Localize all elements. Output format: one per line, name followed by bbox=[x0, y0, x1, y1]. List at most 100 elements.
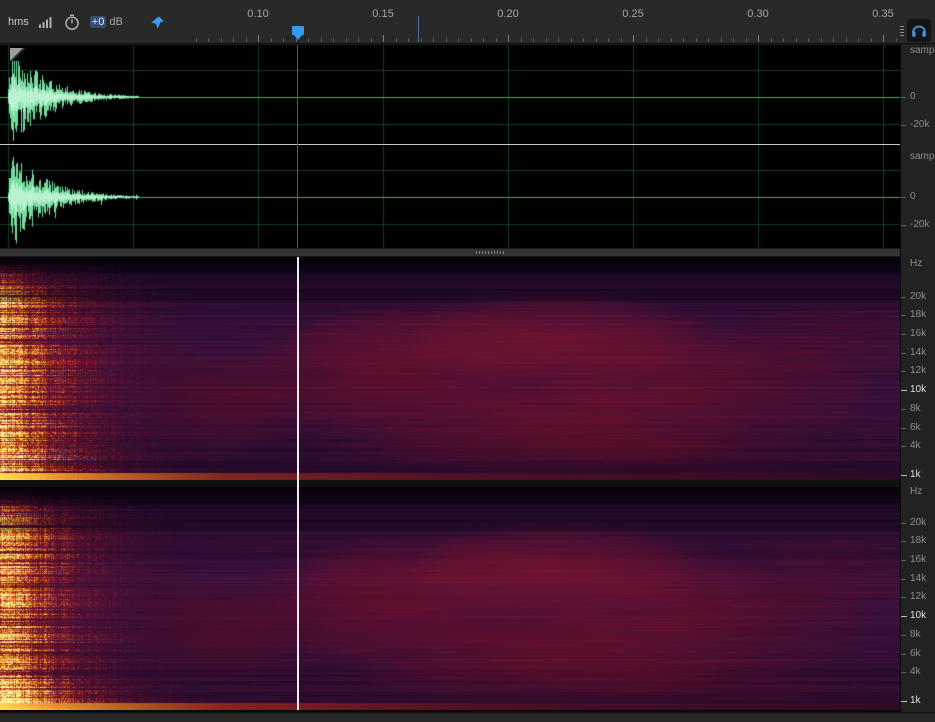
ruler-minor-tick bbox=[396, 38, 397, 42]
ruler-minor-tick bbox=[496, 38, 497, 42]
rail-tick bbox=[901, 125, 906, 126]
headphone-monitor-button[interactable] bbox=[907, 19, 931, 42]
level-meter-icon[interactable] bbox=[38, 15, 54, 29]
ruler-minor-tick bbox=[671, 38, 672, 42]
ruler-minor-tick bbox=[833, 38, 834, 42]
toolbar-left-group: hms +0 dB bbox=[0, 0, 165, 44]
ruler-minor-tick bbox=[371, 38, 372, 42]
ruler-minor-tick bbox=[458, 38, 459, 42]
ruler-minor-tick bbox=[433, 38, 434, 42]
pin-icon[interactable] bbox=[150, 15, 165, 30]
ruler-major-tick bbox=[883, 35, 884, 42]
rail-tick bbox=[901, 672, 906, 673]
ruler-minor-tick bbox=[683, 38, 684, 42]
waveform-canvas-left[interactable] bbox=[0, 45, 900, 144]
rail-unit-label: Hz bbox=[910, 486, 922, 498]
spectrogram-panel[interactable] bbox=[0, 257, 900, 712]
ruler-minor-tick bbox=[483, 38, 484, 42]
time-format-selector[interactable]: hms bbox=[8, 16, 29, 28]
ruler-minor-tick bbox=[471, 38, 472, 42]
ruler-minor-tick bbox=[721, 38, 722, 42]
ruler-minor-tick bbox=[608, 38, 609, 42]
bottom-scrollbar[interactable] bbox=[0, 712, 935, 722]
rail-amplitude-label: 0 bbox=[910, 91, 916, 103]
clock-icon[interactable] bbox=[63, 13, 81, 31]
ruler-minor-tick bbox=[271, 38, 272, 42]
rail-tick bbox=[901, 353, 906, 354]
ruler-minor-tick bbox=[521, 38, 522, 42]
toolbar-right-group bbox=[895, 0, 935, 44]
rail-frequency-label: 12k bbox=[910, 591, 926, 603]
ruler-minor-tick bbox=[221, 38, 222, 42]
gain-unit-label: dB bbox=[109, 16, 122, 28]
ruler-minor-tick bbox=[621, 38, 622, 42]
ruler-minor-tick bbox=[596, 38, 597, 42]
rail-tick bbox=[901, 541, 906, 542]
ruler-minor-tick bbox=[846, 38, 847, 42]
rail-unit-label: Hz bbox=[910, 258, 922, 270]
ruler-minor-tick bbox=[733, 38, 734, 42]
rail-frequency-label: 4k bbox=[910, 666, 921, 678]
rail-frequency-label: 4k bbox=[910, 440, 921, 452]
rail-frequency-label: 18k bbox=[910, 309, 926, 321]
ruler-minor-tick bbox=[771, 38, 772, 42]
gain-readout[interactable]: +0 dB bbox=[90, 16, 123, 28]
rail-tick bbox=[901, 371, 906, 372]
ruler-minor-tick bbox=[821, 38, 822, 42]
waveform-canvas-right[interactable] bbox=[0, 145, 900, 248]
rail-tick bbox=[901, 635, 906, 636]
rail-frequency-label: 16k bbox=[910, 554, 926, 566]
rail-tick bbox=[901, 701, 907, 702]
splitter-grip-icon bbox=[476, 251, 506, 254]
rail-tick bbox=[901, 654, 906, 655]
spectrogram-canvas-right[interactable] bbox=[0, 487, 900, 710]
scale-rail[interactable]: samp0-20ksamp0-20kHzHz20k20k18k18k16k16k… bbox=[900, 44, 935, 712]
ruler-minor-tick bbox=[746, 38, 747, 42]
rail-tick bbox=[901, 409, 906, 410]
rail-tick bbox=[901, 523, 906, 524]
ruler-minor-tick bbox=[708, 38, 709, 42]
ruler-time-label: 0.15 bbox=[372, 8, 393, 20]
ruler-minor-tick bbox=[696, 38, 697, 42]
ruler-minor-tick bbox=[196, 38, 197, 42]
rail-tick bbox=[901, 315, 906, 316]
ruler-minor-tick bbox=[333, 38, 334, 42]
headphones-icon bbox=[911, 23, 927, 38]
ruler-minor-tick bbox=[321, 38, 322, 42]
spectrogram-gap bbox=[0, 480, 900, 487]
channel-handle-icon[interactable] bbox=[10, 48, 25, 61]
ruler-minor-tick bbox=[346, 38, 347, 42]
ruler-minor-tick bbox=[283, 38, 284, 42]
ruler-minor-tick bbox=[533, 38, 534, 42]
ruler-minor-tick bbox=[208, 38, 209, 42]
rail-frequency-label: 8k bbox=[910, 629, 921, 641]
ruler-minor-tick bbox=[646, 38, 647, 42]
rail-frequency-label: 20k bbox=[910, 291, 926, 303]
playhead-handle[interactable] bbox=[292, 26, 304, 35]
ruler-minor-tick bbox=[858, 38, 859, 42]
playhead-line-spectrogram[interactable] bbox=[297, 257, 299, 710]
ruler-minor-tick bbox=[308, 38, 309, 42]
waveform-panel[interactable] bbox=[0, 45, 900, 248]
rail-frequency-label: 1k bbox=[910, 695, 921, 707]
ruler-minor-tick bbox=[658, 38, 659, 42]
panel-splitter[interactable] bbox=[0, 248, 900, 257]
rail-frequency-label: 10k bbox=[910, 610, 926, 622]
ruler-time-label: 0.10 bbox=[247, 8, 268, 20]
rail-tick bbox=[901, 597, 906, 598]
ruler-marker-line bbox=[418, 16, 419, 42]
spectrogram-canvas-left[interactable] bbox=[0, 257, 900, 480]
rail-amplitude-label: 0 bbox=[910, 191, 916, 203]
ruler-minor-tick bbox=[446, 38, 447, 42]
gain-value[interactable]: +0 bbox=[90, 16, 107, 28]
rail-tick bbox=[901, 390, 907, 391]
playhead-line-waveform[interactable] bbox=[297, 45, 298, 248]
rail-tick bbox=[901, 579, 906, 580]
rail-unit-label: samp bbox=[910, 45, 934, 57]
rail-frequency-label: 16k bbox=[910, 328, 926, 340]
rail-tick bbox=[901, 475, 907, 476]
ruler-minor-tick bbox=[421, 38, 422, 42]
ruler-minor-tick bbox=[233, 38, 234, 42]
rail-frequency-label: 20k bbox=[910, 517, 926, 529]
rail-frequency-label: 18k bbox=[910, 535, 926, 547]
